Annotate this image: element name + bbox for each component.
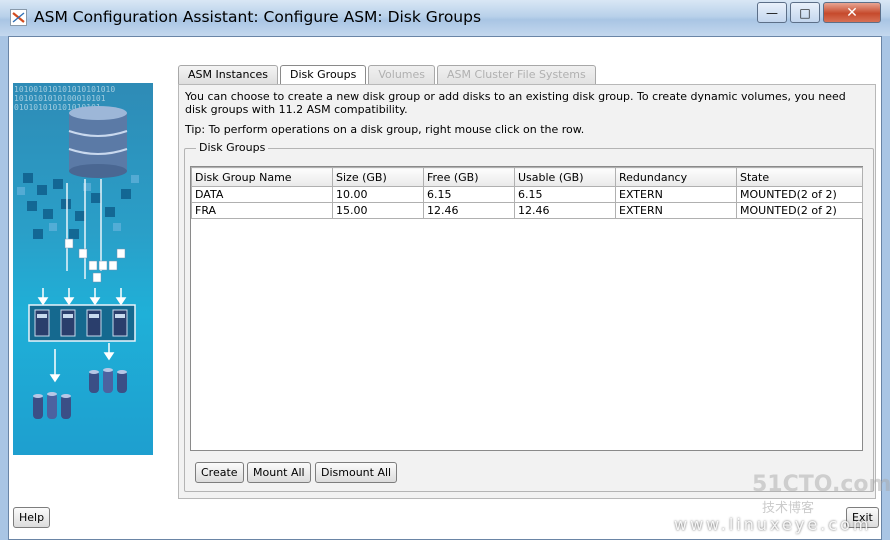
tab-asm-cluster-file-systems[interactable]: ASM Cluster File Systems — [437, 65, 596, 84]
disk-groups-legend: Disk Groups — [196, 141, 269, 154]
tab-disk-groups[interactable]: Disk Groups — [280, 65, 367, 85]
cell-disk-group-name: DATA — [191, 186, 333, 203]
column-header-redundancy[interactable]: Redundancy — [615, 167, 737, 187]
watermark-51cto: 51CTO.com — [752, 472, 890, 497]
maximize-icon: □ — [799, 5, 811, 20]
mount-all-button[interactable]: Mount All — [247, 462, 311, 483]
minimize-icon: — — [766, 5, 778, 20]
cell-state: MOUNTED(2 of 2) — [736, 186, 863, 203]
cell-usable: 12.46 — [514, 202, 616, 219]
cell-redundancy: EXTERN — [615, 186, 737, 203]
cell-disk-group-name: FRA — [191, 202, 333, 219]
panel-description: You can choose to create a new disk grou… — [185, 90, 846, 116]
panel-tip: Tip: To perform operations on a disk gro… — [185, 123, 585, 136]
column-header-free[interactable]: Free (GB) — [423, 167, 515, 187]
storage-diagram-graphic — [17, 106, 139, 419]
cell-free: 12.46 — [423, 202, 515, 219]
tab-asm-instances[interactable]: ASM Instances — [178, 65, 279, 84]
table-row[interactable]: FRA 15.00 12.46 12.46 EXTERN MOUNTED(2 o… — [191, 202, 863, 219]
table-header-row: Disk Group Name Size (GB) Free (GB) Usab… — [191, 167, 863, 187]
maximize-button[interactable]: □ — [790, 2, 820, 23]
cell-state: MOUNTED(2 of 2) — [736, 202, 863, 219]
column-header-disk-group-name[interactable]: Disk Group Name — [191, 167, 333, 187]
tab-volumes[interactable]: Volumes — [368, 65, 436, 84]
help-button[interactable]: Help — [13, 507, 51, 528]
cell-usable: 6.15 — [514, 186, 616, 203]
column-header-size[interactable]: Size (GB) — [332, 167, 424, 187]
column-header-usable[interactable]: Usable (GB) — [514, 167, 616, 187]
cell-size: 15.00 — [332, 202, 424, 219]
minimize-button[interactable]: — — [757, 2, 787, 23]
close-button[interactable]: ✕ — [823, 2, 881, 23]
oracle-app-icon — [10, 9, 27, 26]
watermark-51cto-subtitle: 技术博客 — [762, 501, 815, 516]
create-button[interactable]: Create — [195, 462, 244, 483]
asm-illustration: 101001010101010101010 101010101010001010… — [13, 83, 153, 455]
window-frame-right — [882, 36, 890, 540]
window-frame-left — [0, 36, 8, 540]
cell-redundancy: EXTERN — [615, 202, 737, 219]
close-icon: ✕ — [846, 4, 858, 21]
watermark-linuxeye: www.linuxeye.com — [674, 515, 872, 534]
cell-free: 6.15 — [423, 186, 515, 203]
cell-size: 10.00 — [332, 186, 424, 203]
dismount-all-button[interactable]: Dismount All — [315, 462, 398, 483]
column-header-state[interactable]: State — [736, 167, 863, 187]
disk-groups-table[interactable]: Disk Group Name Size (GB) Free (GB) Usab… — [190, 166, 863, 451]
table-row[interactable]: DATA 10.00 6.15 6.15 EXTERN MOUNTED(2 of… — [191, 186, 863, 203]
title-bar[interactable]: ASM Configuration Assistant: Configure A… — [0, 0, 890, 36]
window-title: ASM Configuration Assistant: Configure A… — [34, 8, 482, 26]
tab-strip: ASM Instances Disk Groups Volumes ASM Cl… — [178, 65, 598, 85]
